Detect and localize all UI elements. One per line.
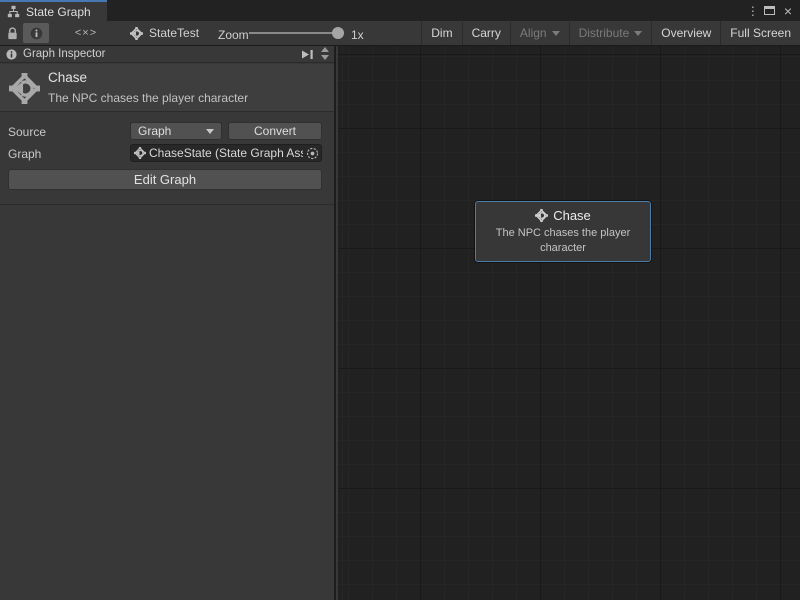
graph-icon <box>7 5 20 18</box>
graph-inspector-title: Graph Inspector <box>23 48 105 60</box>
graph-breadcrumb-label: StateTest <box>149 26 199 40</box>
close-icon[interactable]: × <box>784 6 792 16</box>
edit-graph-button[interactable]: Edit Graph <box>8 169 322 190</box>
state-graph-icon <box>130 27 143 40</box>
carry-button[interactable]: Carry <box>462 21 510 45</box>
graph-inspector-panel: Graph Inspector Chase The NPC chases the… <box>0 46 336 600</box>
info-icon <box>6 49 17 60</box>
object-picker-icon[interactable] <box>306 147 319 160</box>
node-title: Chase <box>553 208 591 223</box>
state-description: The NPC chases the player character <box>48 91 248 105</box>
state-graph-icon <box>134 147 146 159</box>
zoom-value: 1x <box>351 28 364 42</box>
scroll-spinner[interactable] <box>321 47 329 60</box>
graph-canvas[interactable]: Chase The NPC chases the player characte… <box>338 46 800 600</box>
tab-state-graph[interactable]: State Graph <box>0 0 107 21</box>
source-label: Source <box>8 125 46 139</box>
distribute-button: Distribute <box>569 21 652 45</box>
graph-object-value: ChaseState (State Graph Ass <box>149 146 303 160</box>
align-button: Align <box>510 21 569 45</box>
dim-button[interactable]: Dim <box>421 21 461 45</box>
graph-toolbar: <×> StateTest Zoom 1x Dim Carry Align Di… <box>0 21 800 46</box>
tab-title: State Graph <box>26 5 91 19</box>
convert-button[interactable]: Convert <box>228 122 322 140</box>
state-title: Chase <box>48 70 87 85</box>
chevron-down-icon <box>634 31 642 36</box>
code-x-icon: <×> <box>75 27 97 39</box>
tab-bar: State Graph ⋮ × <box>0 0 800 21</box>
lock-icon[interactable] <box>6 26 19 41</box>
state-graph-icon <box>535 209 548 222</box>
window-menu-icon[interactable]: ⋮ <box>747 4 755 18</box>
zoom-slider-handle[interactable] <box>332 27 344 39</box>
values-toggle-button[interactable]: <×> <box>70 23 102 43</box>
chevron-down-icon <box>552 31 560 36</box>
maximize-icon[interactable] <box>764 6 775 15</box>
state-node-chase[interactable]: Chase The NPC chases the player characte… <box>475 201 651 262</box>
state-summary: Chase The NPC chases the player characte… <box>0 64 334 112</box>
dock-panel-icon[interactable] <box>301 49 314 60</box>
graph-field-label: Graph <box>8 147 41 161</box>
graph-inspector-header: Graph Inspector <box>0 46 334 63</box>
zoom-slider[interactable] <box>249 32 344 34</box>
scroll-up-icon[interactable] <box>321 47 329 52</box>
overview-button[interactable]: Overview <box>651 21 720 45</box>
graph-breadcrumb[interactable]: StateTest <box>130 23 199 43</box>
fullscreen-button[interactable]: Full Screen <box>720 21 800 45</box>
graph-object-field[interactable]: ChaseState (State Graph Ass <box>130 144 322 162</box>
node-description: The NPC chases the player character <box>484 226 642 255</box>
info-icon <box>30 27 43 40</box>
inspector-toggle-button[interactable] <box>23 23 49 43</box>
divider <box>0 204 334 205</box>
scroll-down-icon[interactable] <box>321 55 329 60</box>
zoom-label: Zoom <box>218 28 249 42</box>
state-graph-icon <box>9 73 40 104</box>
chevron-down-icon <box>206 129 214 134</box>
source-dropdown-value: Graph <box>138 124 171 138</box>
source-dropdown[interactable]: Graph <box>130 122 222 140</box>
